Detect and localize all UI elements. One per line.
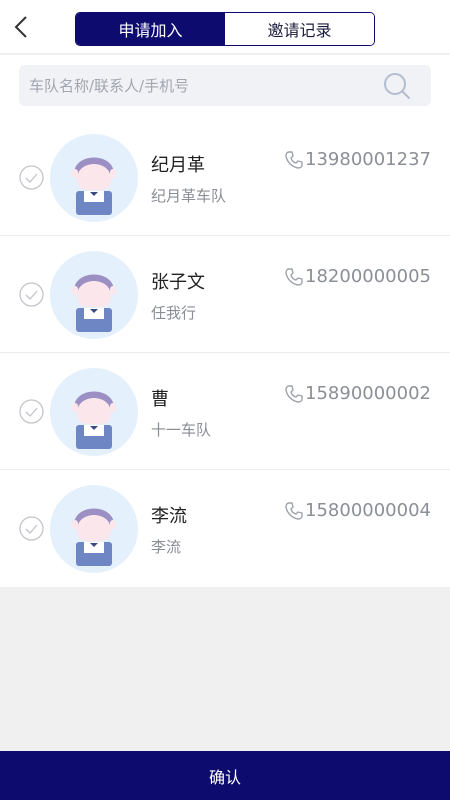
chevron-left-icon [14,16,27,38]
phone-icon [285,384,303,403]
phone-text: 18200000005 [305,266,431,287]
phone-icon [285,501,303,520]
avatar-illustration-icon [72,508,116,566]
member-name: 曹 [151,389,169,410]
phone-number[interactable]: 15800000004 [284,500,431,521]
back-button[interactable] [8,14,34,40]
check-circle-icon[interactable] [19,516,44,541]
search-icon[interactable] [383,72,411,100]
member-list: 纪月革 纪月革车队 13980001237 张子文 任我行 1820000000… [0,119,450,587]
phone-text: 15890000002 [305,383,431,404]
avatar [50,368,138,456]
team-name: 纪月革车队 [151,187,227,205]
member-name: 张子文 [151,272,205,293]
phone-icon [285,267,303,286]
search-section [0,55,450,119]
avatar [50,134,138,222]
avatar-illustration-icon [72,391,116,449]
avatar [50,485,138,573]
phone-number[interactable]: 18200000005 [284,266,431,287]
avatar [50,251,138,339]
search-box [19,65,431,106]
phone-text: 15800000004 [305,500,431,521]
member-name: 纪月革 [151,155,205,176]
confirm-button[interactable]: 确认 [0,751,450,800]
check-circle-icon[interactable] [19,282,44,307]
tab-apply-join[interactable]: 申请加入 [76,13,225,45]
phone-icon [285,150,303,169]
member-name: 李流 [151,506,187,527]
header-bar: 申请加入 邀请记录 [0,0,450,54]
list-item[interactable]: 纪月革 纪月革车队 13980001237 [0,119,450,236]
team-name: 李流 [151,538,182,556]
list-item[interactable]: 曹 十一车队 15890000002 [0,353,450,470]
phone-text: 13980001237 [305,149,431,170]
list-item[interactable]: 张子文 任我行 18200000005 [0,236,450,353]
team-name: 十一车队 [151,421,212,439]
phone-number[interactable]: 13980001237 [284,149,431,170]
check-circle-icon[interactable] [19,165,44,190]
avatar-illustration-icon [72,274,116,332]
search-input[interactable] [29,65,369,106]
team-name: 任我行 [151,304,197,322]
segmented-control: 申请加入 邀请记录 [75,12,375,46]
phone-number[interactable]: 15890000002 [284,383,431,404]
avatar-illustration-icon [72,157,116,215]
tab-invite-records[interactable]: 邀请记录 [225,13,374,45]
check-circle-icon[interactable] [19,399,44,424]
list-item[interactable]: 李流 李流 15800000004 [0,470,450,587]
